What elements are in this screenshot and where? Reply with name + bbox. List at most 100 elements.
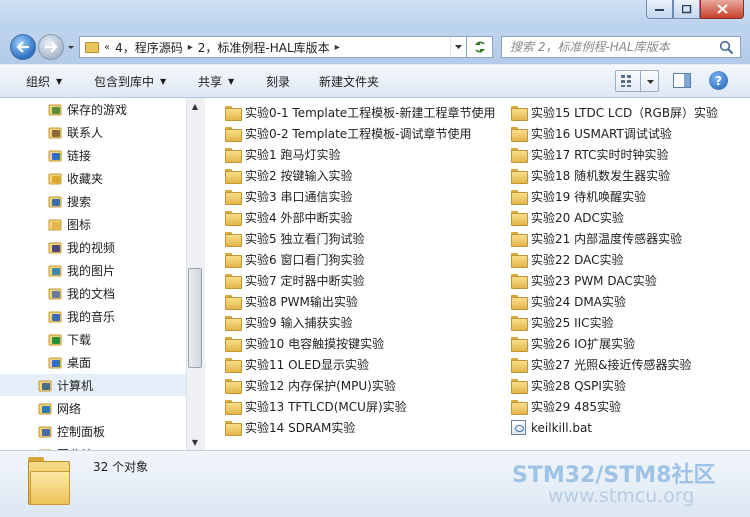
breadcrumb-arrow-icon[interactable]: ▸	[335, 42, 340, 53]
forward-button[interactable]	[38, 34, 64, 60]
file-item[interactable]: 实验4 外部中断实验	[225, 207, 352, 228]
nav-item[interactable]: 桌面	[0, 351, 186, 373]
new-folder-button[interactable]: 新建文件夹	[319, 73, 379, 90]
breadcrumb-arrow-icon[interactable]: ▸	[188, 42, 193, 53]
address-bar[interactable]: « 4，程序源码 ▸ 2，标准例程-HAL库版本 ▸	[79, 36, 467, 58]
file-item[interactable]: 实验29 485实验	[511, 396, 621, 417]
file-item[interactable]: 实验16 USMART调试试验	[511, 123, 672, 144]
breadcrumb-item[interactable]: 4，程序源码	[115, 39, 183, 56]
back-button[interactable]	[10, 34, 36, 60]
file-item[interactable]: 实验24 DMA实验	[511, 291, 626, 312]
file-name: 实验28 QSPI实验	[531, 379, 626, 393]
file-item[interactable]: 实验7 定时器中断实验	[225, 270, 364, 291]
title-bar	[0, 0, 750, 30]
nav-item[interactable]: 我的文档	[0, 282, 186, 304]
search-input[interactable]	[510, 40, 710, 54]
breadcrumb-overflow[interactable]: «	[104, 42, 110, 53]
folder-icon	[511, 379, 528, 394]
file-item[interactable]: 实验6 窗口看门狗实验	[225, 249, 364, 270]
include-in-library-label: 包含到库中	[94, 75, 155, 89]
file-item[interactable]: 实验0-2 Template工程模板-调试章节使用	[225, 123, 472, 144]
file-item[interactable]: 实验9 输入捕获实验	[225, 312, 352, 333]
breadcrumb-item[interactable]: 2，标准例程-HAL库版本	[198, 39, 330, 56]
organize-menu[interactable]: 组织 ▼	[26, 73, 62, 90]
file-item[interactable]: 实验13 TFTLCD(MCU屏)实验	[225, 396, 407, 417]
nav-item[interactable]: 下载	[0, 328, 186, 350]
nav-item[interactable]: 联系人	[0, 121, 186, 143]
file-item[interactable]: 实验15 LTDC LCD（RGB屏）实验	[511, 102, 718, 123]
search-box[interactable]	[501, 36, 741, 58]
file-item[interactable]: 实验12 内存保护(MPU)实验	[225, 375, 396, 396]
file-item[interactable]: 实验22 DAC实验	[511, 249, 624, 270]
nav-item[interactable]: 搜索	[0, 190, 186, 212]
nav-item[interactable]: 计算机	[0, 374, 186, 396]
view-list-icon	[621, 75, 631, 87]
address-dropdown[interactable]	[450, 37, 466, 57]
file-item[interactable]: 实验20 ADC实验	[511, 207, 624, 228]
nav-item[interactable]: 链接	[0, 144, 186, 166]
nav-item[interactable]: 回收站	[0, 443, 186, 450]
burn-button[interactable]: 刻录	[266, 73, 290, 90]
favorites-icon	[48, 171, 62, 185]
recent-pages-dropdown[interactable]	[66, 42, 76, 52]
nav-item[interactable]: 我的视频	[0, 236, 186, 258]
share-menu[interactable]: 共享 ▼	[198, 73, 234, 90]
preview-pane-toggle[interactable]	[673, 73, 691, 88]
nav-item[interactable]: 图标	[0, 213, 186, 235]
maximize-button[interactable]	[673, 0, 700, 19]
navigation-scrollbar[interactable]: ▲ ▼	[186, 98, 203, 450]
file-name: 实验11 OLED显示实验	[245, 358, 370, 372]
scroll-down-arrow-icon[interactable]: ▼	[187, 434, 203, 450]
nav-item[interactable]: 收藏夹	[0, 167, 186, 189]
scrollbar-thumb[interactable]	[188, 268, 202, 368]
change-view-button[interactable]	[615, 70, 659, 92]
nav-item[interactable]: 控制面板	[0, 420, 186, 442]
file-name: 实验16 USMART调试试验	[531, 127, 672, 141]
file-item[interactable]: 实验18 随机数发生器实验	[511, 165, 670, 186]
nav-item[interactable]: 保存的游戏	[0, 98, 186, 120]
file-item[interactable]: 实验0-1 Template工程模板-新建工程章节使用	[225, 102, 496, 123]
file-item[interactable]: 实验25 IIC实验	[511, 312, 614, 333]
include-in-library-menu[interactable]: 包含到库中 ▼	[94, 73, 166, 90]
nav-item-label: 保存的游戏	[67, 102, 128, 117]
pictures-icon	[48, 263, 62, 277]
file-item[interactable]: 实验11 OLED显示实验	[225, 354, 369, 375]
batch-file-icon	[511, 420, 526, 435]
file-item[interactable]: 实验10 电容触摸按键实验	[225, 333, 384, 354]
folder-icon	[225, 295, 242, 310]
downloads-icon	[48, 332, 62, 346]
contacts-icon	[48, 125, 62, 139]
file-item[interactable]: keilkill.bat	[511, 417, 592, 438]
file-item[interactable]: 实验26 IO扩展实验	[511, 333, 635, 354]
close-button[interactable]	[700, 0, 744, 19]
nav-item-label: 我的图片	[67, 263, 116, 278]
refresh-icon	[474, 41, 485, 53]
folder-icon	[225, 148, 242, 163]
file-item[interactable]: 实验23 PWM DAC实验	[511, 270, 657, 291]
file-name: 实验21 内部温度传感器实验	[531, 232, 683, 246]
large-folder-icon	[28, 457, 70, 507]
file-item[interactable]: 实验8 PWM输出实验	[225, 291, 358, 312]
file-item[interactable]: 实验14 SDRAM实验	[225, 417, 355, 438]
file-item[interactable]: 实验5 独立看门狗试验	[225, 228, 364, 249]
file-item[interactable]: 实验27 光照&接近传感器实验	[511, 354, 691, 375]
file-item[interactable]: 实验17 RTC实时时钟实验	[511, 144, 669, 165]
file-item[interactable]: 实验2 按键输入实验	[225, 165, 352, 186]
file-item[interactable]: 实验19 待机唤醒实验	[511, 186, 646, 207]
folder-icon	[225, 421, 242, 436]
file-item[interactable]: 实验21 内部温度传感器实验	[511, 228, 682, 249]
file-item[interactable]: 实验28 QSPI实验	[511, 375, 626, 396]
nav-item[interactable]: 网络	[0, 397, 186, 419]
arrow-left-icon	[16, 41, 29, 53]
computer-icon	[38, 378, 52, 392]
file-item[interactable]: 实验1 跑马灯实验	[225, 144, 340, 165]
refresh-button[interactable]	[467, 36, 493, 58]
nav-item[interactable]: 我的音乐	[0, 305, 186, 327]
file-name: 实验6 窗口看门狗实验	[245, 253, 365, 267]
help-button[interactable]: ?	[709, 71, 728, 90]
nav-item[interactable]: 我的图片	[0, 259, 186, 281]
scroll-up-arrow-icon[interactable]: ▲	[187, 98, 203, 114]
folder-icon	[225, 190, 242, 205]
file-item[interactable]: 实验3 串口通信实验	[225, 186, 352, 207]
minimize-button[interactable]	[646, 0, 673, 19]
